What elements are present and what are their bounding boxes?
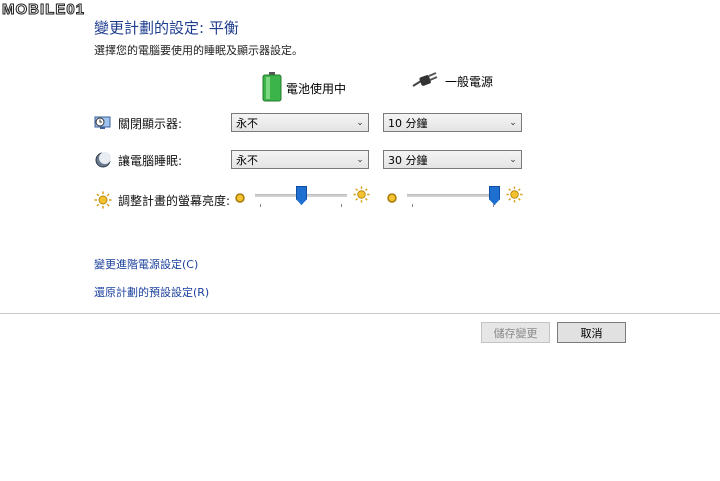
sun-icon	[94, 191, 112, 209]
display-battery-value: 永不	[236, 116, 258, 130]
watermark-logo: MOBILE01	[1, 1, 86, 19]
restore-defaults-link[interactable]: 還原計劃的預設設定(R)	[94, 284, 209, 300]
sleep-battery-select[interactable]: 永不 ⌄	[231, 150, 369, 169]
sleep-label: 讓電腦睡眠:	[118, 153, 183, 168]
brightness-high-icon	[506, 186, 523, 207]
brightness-high-icon	[353, 186, 370, 207]
divider	[0, 313, 720, 314]
page-subtitle: 選擇您的電腦要使用的睡眠及顯示器設定。	[94, 44, 303, 57]
page-title: 變更計劃的設定: 平衡	[94, 19, 239, 37]
column-header-battery: 電池使用中	[262, 72, 346, 105]
chevron-down-icon: ⌄	[509, 117, 517, 128]
moon-icon	[94, 151, 112, 169]
chevron-down-icon: ⌄	[356, 117, 364, 128]
brightness-low-icon	[386, 189, 398, 208]
row-label-sleep: 讓電腦睡眠:	[94, 151, 182, 169]
sleep-plugged-value: 30 分鐘	[388, 153, 428, 167]
chevron-down-icon: ⌄	[509, 154, 517, 165]
row-label-display: 關閉顯示器:	[94, 114, 182, 132]
monitor-clock-icon	[94, 114, 112, 132]
row-label-brightness: 調整計畫的螢幕亮度:	[94, 191, 230, 209]
battery-icon	[262, 72, 282, 105]
sleep-battery-value: 永不	[236, 153, 258, 167]
chevron-down-icon: ⌄	[356, 154, 364, 165]
brightness-label: 調整計畫的螢幕亮度:	[118, 193, 231, 208]
advanced-power-settings-link[interactable]: 變更進階電源設定(C)	[94, 256, 198, 272]
display-label: 關閉顯示器:	[118, 116, 183, 131]
cancel-button[interactable]: 取消	[557, 322, 626, 343]
battery-column-label: 電池使用中	[286, 82, 347, 96]
display-battery-select[interactable]: 永不 ⌄	[231, 113, 369, 132]
slider-thumb[interactable]	[296, 186, 307, 205]
save-button[interactable]: 儲存變更	[481, 322, 550, 343]
slider-thumb[interactable]	[489, 186, 500, 205]
plugged-column-label: 一般電源	[445, 75, 494, 89]
brightness-plugged-slider[interactable]	[407, 185, 500, 207]
display-plugged-value: 10 分鐘	[388, 116, 428, 130]
display-plugged-select[interactable]: 10 分鐘 ⌄	[383, 113, 522, 132]
brightness-low-icon	[234, 189, 246, 208]
brightness-battery-slider[interactable]	[255, 185, 347, 207]
sleep-plugged-select[interactable]: 30 分鐘 ⌄	[383, 150, 522, 169]
power-plug-icon	[411, 72, 441, 91]
column-header-plugged: 一般電源	[411, 72, 493, 91]
